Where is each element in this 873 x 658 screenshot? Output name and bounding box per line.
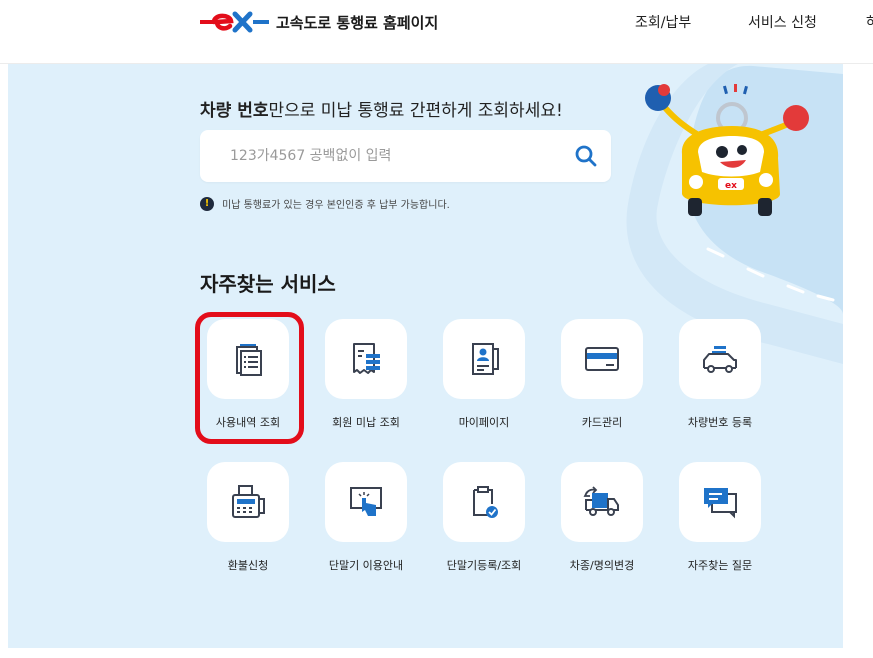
- service-label: 환불신청: [227, 559, 269, 572]
- service-faq[interactable]: 자주찾는 질문: [670, 462, 770, 582]
- service-label: 차량번호 등록: [687, 416, 753, 429]
- service-vehicle-register[interactable]: 차량번호 등록: [670, 319, 770, 439]
- service-unpaid-inquiry[interactable]: 회원 미납 조회: [316, 319, 416, 439]
- service-terminal-guide[interactable]: 단말기 이용안내: [316, 462, 416, 582]
- truck-change-icon: [583, 486, 619, 516]
- service-tile: [561, 462, 643, 542]
- chat-faq-icon: [704, 488, 737, 519]
- fax-refund-icon: [232, 485, 265, 518]
- service-tile: [443, 319, 525, 399]
- search-icon[interactable]: [573, 143, 599, 169]
- vehicle-number-input[interactable]: [200, 130, 560, 182]
- exclamation-icon: !: [200, 196, 214, 211]
- headline-rest: 만으로 미납 통행료 간편하게 조회하세요!: [268, 101, 563, 121]
- service-refund-request[interactable]: 환불신청: [198, 462, 298, 582]
- service-vehicle-owner-change[interactable]: 차종/명의변경: [552, 462, 652, 582]
- nav-service-apply[interactable]: 서비스 신청: [748, 12, 817, 32]
- service-label: 단말기등록/조회: [446, 559, 522, 572]
- main-nav: 조회/납부 서비스 신청: [0, 12, 873, 36]
- vehicle-search-box: [200, 130, 611, 182]
- headline-bold: 차량 번호: [200, 101, 269, 121]
- nav-inquiry-payment[interactable]: 조회/납부: [635, 12, 691, 32]
- svg-text:ex: ex: [725, 181, 737, 191]
- service-label: 회원 미납 조회: [332, 416, 400, 429]
- service-tile: [325, 462, 407, 542]
- usage-history-icon: [236, 344, 262, 376]
- service-label: 차종/명의변경: [569, 559, 635, 572]
- service-card-management[interactable]: 카드관리: [552, 319, 652, 439]
- service-usage-history[interactable]: 사용내역 조회: [198, 319, 298, 439]
- service-tile: [207, 319, 289, 399]
- site-header: 고속도로 통행료 홈페이지 조회/납부 서비스 신청 하: [0, 0, 873, 64]
- service-tile: [679, 319, 761, 399]
- service-label: 자주찾는 질문: [687, 559, 753, 572]
- profile-card-icon: [472, 343, 499, 375]
- touch-terminal-icon: [350, 487, 382, 516]
- service-my-page[interactable]: 마이페이지: [434, 319, 534, 439]
- car-register-icon: [703, 346, 737, 373]
- notice-message: ! 미납 통행료가 있는 경우 본인인증 후 납부 가능합니다.: [200, 196, 450, 211]
- service-label: 마이페이지: [458, 416, 510, 429]
- service-terminal-register[interactable]: 단말기등록/조회: [434, 462, 534, 582]
- services-title: 자주찾는 서비스: [200, 272, 336, 296]
- clipboard-check-icon: [473, 486, 498, 518]
- credit-card-icon: [585, 347, 619, 371]
- receipt-icon: [353, 343, 380, 374]
- service-label: 카드관리: [581, 416, 623, 429]
- service-label: 사용내역 조회: [215, 416, 281, 429]
- service-tile: [679, 462, 761, 542]
- service-tile: [561, 319, 643, 399]
- service-tile: [207, 462, 289, 542]
- service-label: 단말기 이용안내: [328, 559, 404, 572]
- mascot-car-icon: ex: [645, 84, 809, 216]
- main-panel: 차량 번호만으로 미납 통행료 간편하게 조회하세요! ! 미납 통행료가 있는…: [8, 64, 843, 648]
- notice-text: 미납 통행료가 있는 경우 본인인증 후 납부 가능합니다.: [222, 200, 450, 211]
- nav-item-clipped[interactable]: 하: [866, 12, 873, 32]
- service-tile: [443, 462, 525, 542]
- service-tile: [325, 319, 407, 399]
- hero-headline: 차량 번호만으로 미납 통행료 간편하게 조회하세요!: [200, 96, 563, 121]
